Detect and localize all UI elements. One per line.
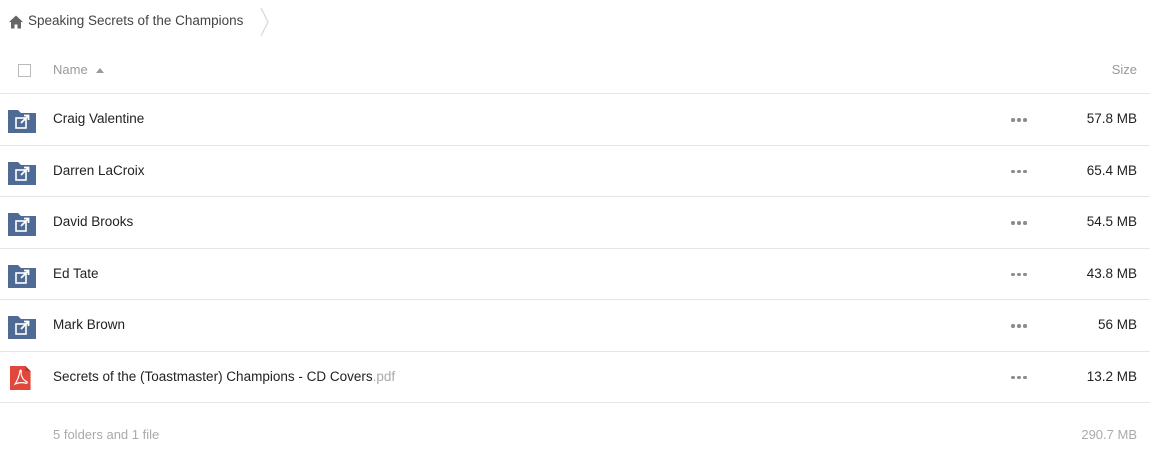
shared-folder-icon (8, 110, 36, 133)
file-name[interactable]: Ed Tate (53, 266, 99, 281)
file-list-row[interactable]: Secrets of the (Toastmaster) Champions -… (0, 352, 1150, 403)
pdf-file-icon (10, 365, 31, 390)
shared-folder-icon (8, 264, 36, 288)
shared-folder-icon (8, 161, 36, 185)
file-name[interactable]: Mark Brown (53, 317, 125, 332)
file-list-footer: 5 folders and 1 file 290.7 MB (0, 403, 1150, 453)
file-name[interactable]: David Brooks (53, 214, 133, 229)
more-actions-icon[interactable] (1011, 374, 1029, 382)
more-actions-icon[interactable] (1011, 168, 1029, 176)
file-list: Craig Valentine 57.8 MB Darren LaCroix 6… (0, 94, 1150, 403)
shared-folder-icon (8, 213, 36, 236)
file-size: 65.4 MB (1086, 162, 1137, 178)
column-header-name-label: Name (53, 62, 88, 77)
more-actions-icon[interactable] (1011, 271, 1029, 279)
item-count-summary: 5 folders and 1 file (53, 427, 160, 442)
file-list-row[interactable]: Ed Tate 43.8 MB (0, 249, 1150, 300)
file-name[interactable]: Craig Valentine (53, 111, 144, 126)
breadcrumb-separator-icon (260, 7, 269, 37)
breadcrumb-current-folder[interactable]: Speaking Secrets of the Champions (28, 13, 243, 28)
file-size: 54.5 MB (1086, 214, 1137, 229)
file-name[interactable]: Secrets of the (Toastmaster) Champions -… (53, 369, 395, 384)
file-list-row[interactable]: Craig Valentine 57.8 MB (0, 94, 1150, 146)
file-size: 43.8 MB (1086, 265, 1137, 281)
home-icon[interactable] (8, 14, 24, 30)
more-actions-icon[interactable] (1011, 219, 1029, 227)
file-size: 56 MB (1097, 317, 1137, 332)
file-size: 57.8 MB (1086, 111, 1137, 126)
column-header-size[interactable]: Size (1112, 62, 1137, 77)
file-size: 13.2 MB (1086, 368, 1137, 384)
select-all-checkbox[interactable] (18, 64, 31, 77)
file-list-row[interactable]: Darren LaCroix 65.4 MB (0, 146, 1150, 197)
sort-ascending-icon (95, 67, 104, 73)
total-size: 290.7 MB (1081, 427, 1137, 442)
shared-folder-icon (8, 316, 36, 339)
more-actions-icon[interactable] (1011, 116, 1029, 124)
file-list-row[interactable]: David Brooks 54.5 MB (0, 197, 1150, 249)
more-actions-icon[interactable] (1011, 322, 1029, 330)
file-name[interactable]: Darren LaCroix (53, 163, 145, 178)
column-header-name[interactable]: Name (53, 62, 104, 77)
breadcrumb: Speaking Secrets of the Champions (0, 0, 1150, 44)
file-list-row[interactable]: Mark Brown 56 MB (0, 300, 1150, 352)
file-list-header: Name Size (0, 44, 1150, 94)
